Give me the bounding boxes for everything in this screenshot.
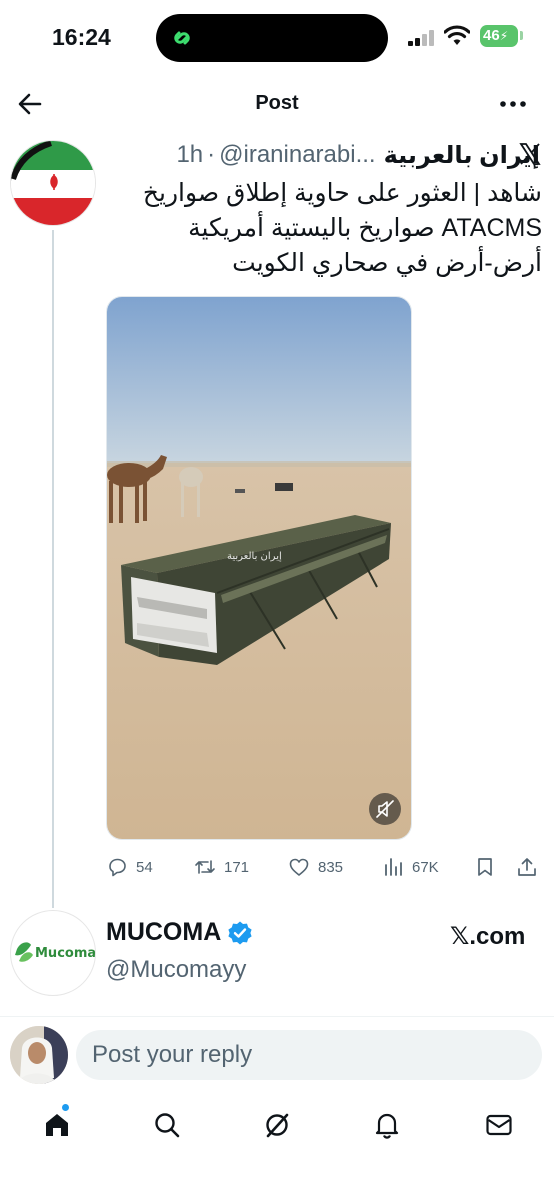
author-handle[interactable]: @iraninarabi... xyxy=(219,141,375,169)
tweet-text-line: ATACMS صواريخ باليستية أمريكية xyxy=(188,214,542,242)
repost-icon xyxy=(195,860,215,874)
media-overlay-watermark: إيران بالعربية xyxy=(227,551,282,562)
thread-line xyxy=(52,230,54,908)
wifi-icon xyxy=(444,25,470,45)
heart-icon xyxy=(289,858,309,876)
speaker-muted-icon xyxy=(376,800,394,818)
verified-badge-icon xyxy=(228,921,252,944)
reply-button[interactable]: 54 xyxy=(106,854,153,880)
reply-input[interactable]: Post your reply xyxy=(76,1030,542,1080)
reply-icon xyxy=(109,858,126,877)
cellular-signal-icon xyxy=(408,30,434,46)
divider xyxy=(0,1016,554,1017)
tweet-text: شاهد | العثور على حاوية إطلاق صواريخ ATA… xyxy=(106,176,542,281)
notifications-icon[interactable] xyxy=(372,1110,402,1140)
mucoma-logo-text: Mucoma xyxy=(35,946,96,961)
home-icon[interactable] xyxy=(42,1110,72,1140)
like-count: 835 xyxy=(318,858,344,876)
messages-icon[interactable] xyxy=(484,1110,514,1140)
more-options-icon[interactable] xyxy=(498,92,528,116)
author-avatar[interactable] xyxy=(10,140,96,226)
reply-count: 54 xyxy=(136,858,153,876)
battery-cap xyxy=(520,31,523,40)
user-photo xyxy=(10,1026,68,1084)
bottom-nav xyxy=(0,1100,554,1160)
tweet-text-line: شاهد | العثور على حاوية إطلاق صواريخ xyxy=(142,179,542,207)
ad-avatar[interactable]: Mucoma xyxy=(10,910,96,996)
grok-icon[interactable] xyxy=(262,1110,292,1140)
mucoma-logo: Mucoma xyxy=(15,942,96,962)
bookmark-icon xyxy=(478,858,492,876)
home-unread-dot xyxy=(62,1104,69,1111)
mute-button[interactable] xyxy=(369,793,401,825)
tweet-action-bar: 54 171 835 67K xyxy=(106,850,546,884)
repost-count: 171 xyxy=(224,858,250,876)
separator-dot: · xyxy=(207,141,216,168)
ad-site-link[interactable]: 𝕏.com xyxy=(450,922,525,951)
page-title: Post xyxy=(255,92,299,114)
battery-indicator: 46⚡ xyxy=(480,25,518,47)
dynamic-island xyxy=(156,14,388,62)
tweet-author-row: إيران بالعربية @iraninarabi... · 1h xyxy=(100,138,540,172)
author-display-name[interactable]: إيران بالعربية xyxy=(384,141,540,170)
views-count: 67K xyxy=(412,858,439,876)
post-time[interactable]: 1h xyxy=(176,141,203,169)
battery-level: 46 xyxy=(483,27,500,44)
post-header: Post xyxy=(0,78,554,130)
current-user-avatar[interactable] xyxy=(10,1026,68,1084)
views-button[interactable]: 67K xyxy=(382,854,439,880)
ad-name-row[interactable]: MUCOMA xyxy=(106,918,253,947)
share-button[interactable] xyxy=(516,854,546,880)
analytics-icon xyxy=(385,858,402,876)
home-indicator xyxy=(206,1184,350,1189)
like-button[interactable]: 835 xyxy=(288,854,343,880)
video-frame: إيران بالعربية xyxy=(107,297,411,839)
tweet-video[interactable]: إيران بالعربية xyxy=(106,296,412,840)
share-icon xyxy=(518,858,536,876)
ad-display-name[interactable]: MUCOMA xyxy=(106,918,221,947)
link-icon xyxy=(174,31,190,45)
status-time: 16:24 xyxy=(52,24,111,50)
search-icon[interactable] xyxy=(152,1110,182,1140)
ad-handle[interactable]: @Mucomayy xyxy=(106,956,246,984)
repost-button[interactable]: 171 xyxy=(194,854,249,880)
status-bar: 16:24 46⚡ xyxy=(0,0,554,76)
tweet-text-line: أرض-أرض في صحاري الكويت xyxy=(232,249,542,277)
iran-flag-avatar xyxy=(11,141,95,225)
x-logo-icon[interactable] xyxy=(518,142,542,166)
bookmark-button[interactable] xyxy=(474,854,504,880)
